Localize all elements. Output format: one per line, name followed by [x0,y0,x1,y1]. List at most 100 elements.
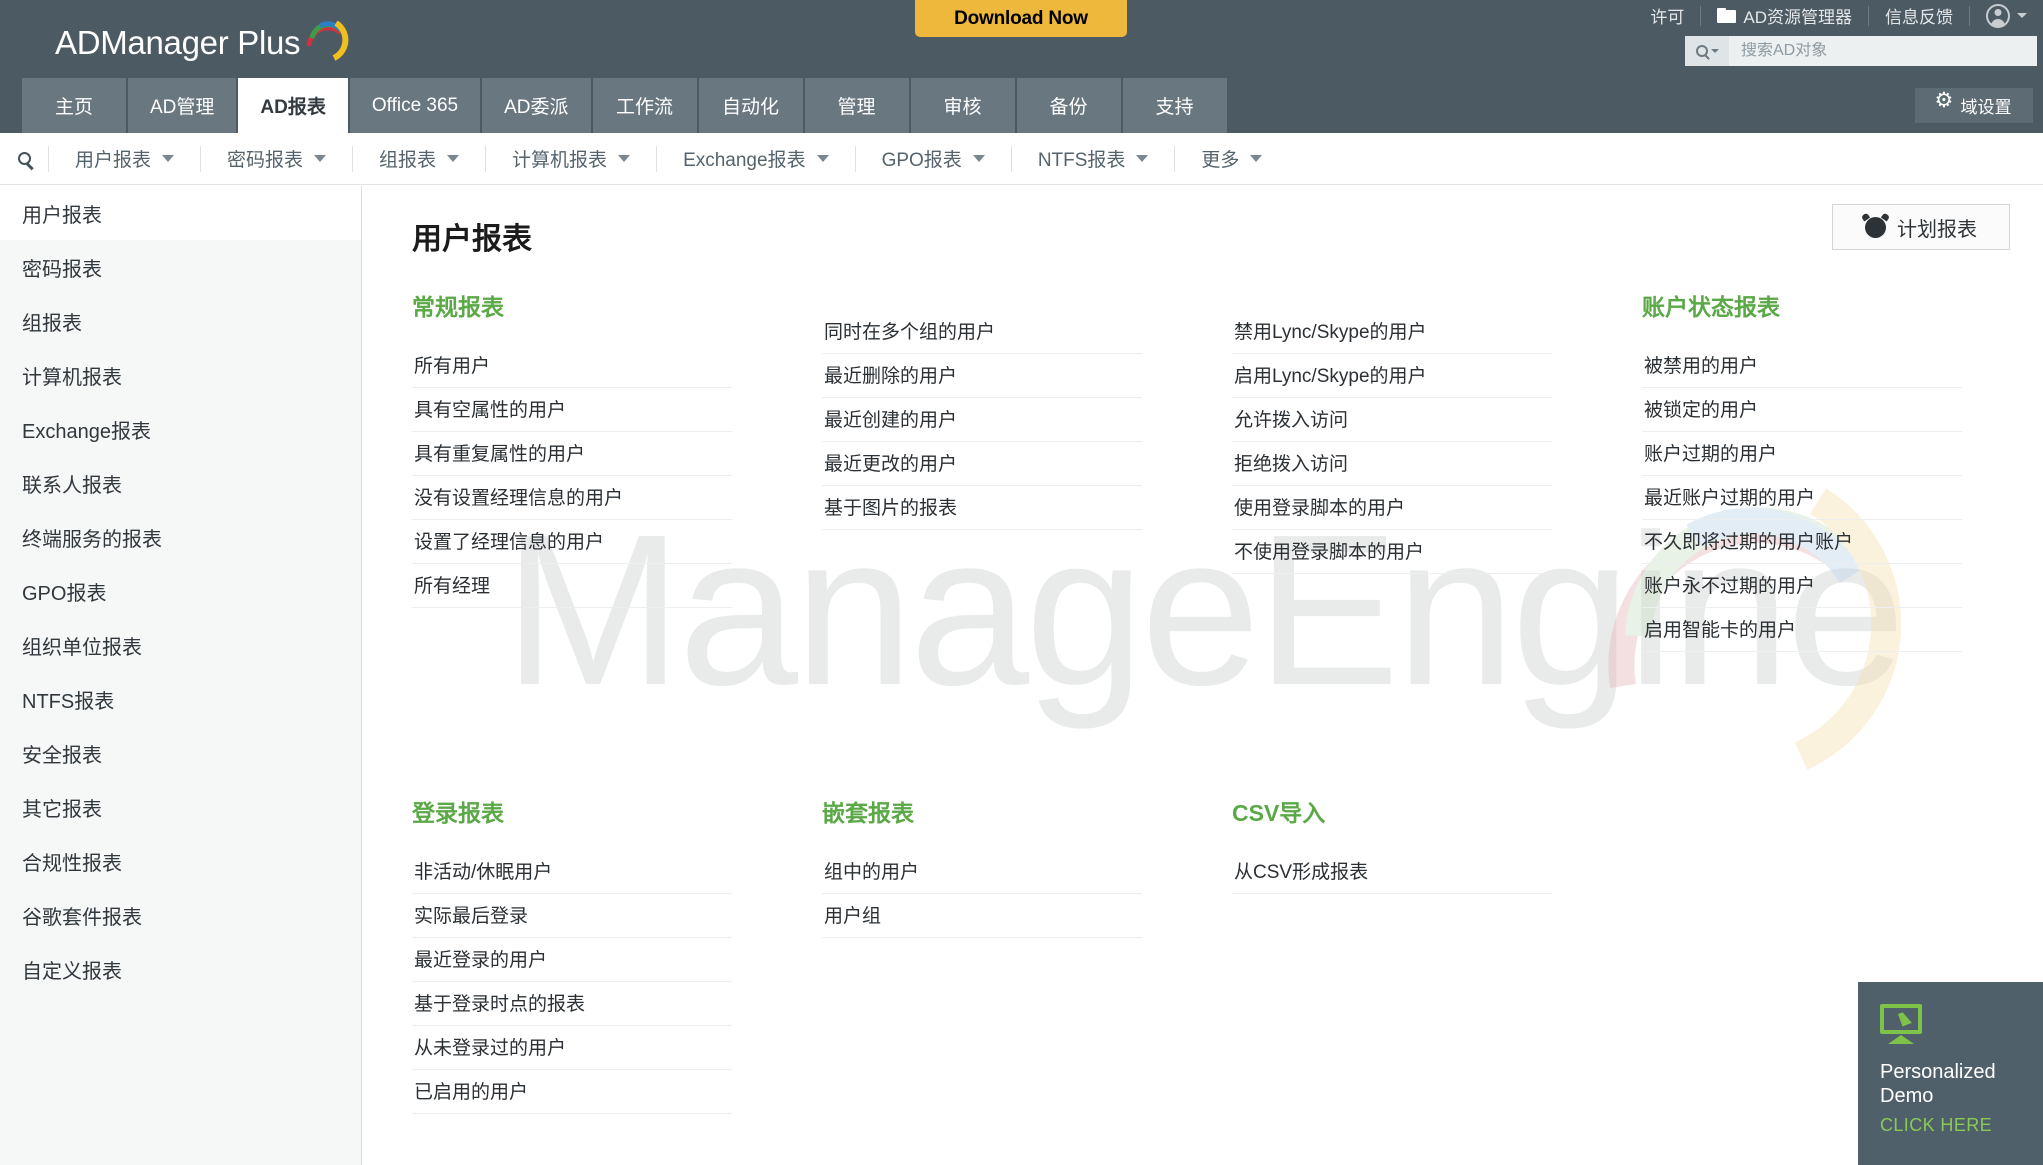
download-now-button[interactable]: Download Now [915,0,1127,37]
report-link[interactable]: 使用登录脚本的用户 [1232,486,1552,530]
sidebar-item-2[interactable]: 组报表 [0,294,361,348]
subnav-item-6[interactable]: NTFS报表 [1012,133,1175,185]
report-link[interactable]: 账户永不过期的用户 [1642,564,1962,608]
sidebar-item-13[interactable]: 谷歌套件报表 [0,888,361,942]
sidebar-item-label: 合规性报表 [22,852,122,875]
tab-8[interactable]: 审核 [910,78,1015,133]
report-link[interactable]: 从CSV形成报表 [1232,850,1552,894]
search-icon [17,152,31,165]
report-link[interactable]: 禁用Lync/Skype的用户 [1232,310,1552,354]
subnav-item-label: NTFS报表 [1037,150,1126,171]
tab-label: 工作流 [616,97,674,118]
demo-cta-link[interactable]: CLICK HERE [1880,1115,2043,1136]
user-account-menu[interactable] [1970,0,2043,31]
report-link[interactable]: 启用智能卡的用户 [1642,608,1962,652]
sidebar-item-0[interactable]: 用户报表 [0,186,361,240]
report-link[interactable]: 所有经理 [412,564,732,608]
sidebar-item-1[interactable]: 密码报表 [0,240,361,294]
sidebar-item-8[interactable]: 组织单位报表 [0,618,361,672]
subnav-item-3[interactable]: 计算机报表 [486,133,656,185]
report-link[interactable]: 从未登录过的用户 [412,1026,732,1070]
tab-9[interactable]: 备份 [1016,78,1121,133]
tab-6[interactable]: 自动化 [698,78,803,133]
sidebar-item-11[interactable]: 其它报表 [0,780,361,834]
report-link[interactable]: 已启用的用户 [412,1070,732,1114]
report-link[interactable]: 具有空属性的用户 [412,388,732,432]
tab-4[interactable]: AD委派 [482,78,591,133]
subnav-item-label: 用户报表 [75,150,152,171]
report-link[interactable]: 设置了经理信息的用户 [412,520,732,564]
feedback-link[interactable]: 信息反馈 [1869,0,1969,31]
report-link[interactable]: 没有设置经理信息的用户 [412,476,732,520]
report-link[interactable]: 最近登录的用户 [412,938,732,982]
report-link[interactable]: 不久即将过期的用户账户 [1642,520,1962,564]
sidebar-item-14[interactable]: 自定义报表 [0,942,361,996]
sidebar-item-label: 联系人报表 [22,474,122,497]
tab-3[interactable]: Office 365 [349,78,481,133]
personalized-demo-widget[interactable]: Personalized Demo CLICK HERE [1858,982,2043,1165]
subnav-item-2[interactable]: 组报表 [353,133,485,185]
report-link[interactable]: 用户组 [822,894,1142,938]
subnav-item-5[interactable]: GPO报表 [856,133,1011,185]
tab-2[interactable]: AD报表 [238,78,348,133]
demo-title-line2: Demo [1880,1085,1934,1108]
report-section: 常规报表 所有用户 具有空属性的用户 具有重复属性的用户 没有设置经理信息的用户 设置了经… [412,288,732,652]
chevron-down-icon [447,155,460,162]
subnav-search-button[interactable] [0,133,48,185]
sidebar-item-10[interactable]: 安全报表 [0,726,361,780]
report-link[interactable]: 最近创建的用户 [822,398,1142,442]
report-link[interactable]: 具有重复属性的用户 [412,432,732,476]
sidebar-item-3[interactable]: 计算机报表 [0,348,361,402]
schedule-report-button[interactable]: 计划报表 [1832,204,2010,250]
subnav-item-1[interactable]: 密码报表 [201,133,352,185]
subnav-item-0[interactable]: 用户报表 [49,133,200,185]
chevron-down-icon [162,155,175,162]
report-link[interactable]: 最近账户过期的用户 [1642,476,1962,520]
tab-5[interactable]: 工作流 [592,78,697,133]
search-scope-dropdown[interactable] [1685,36,1729,66]
license-link[interactable]: 许可 [1634,0,1700,31]
ad-explorer-label: AD资源管理器 [1743,8,1852,27]
subnav-item-7[interactable]: 更多 [1175,133,1288,185]
sub-nav-bar: 用户报表 密码报表 组报表 计算机报表 Exchange报表 GPO报表 NTFS报表 更多 [0,133,2043,185]
tab-7[interactable]: 管理 [804,78,909,133]
search-input[interactable] [1729,42,2037,60]
report-link[interactable]: 拒绝拨入访问 [1232,442,1552,486]
report-link[interactable]: 允许拨入访问 [1232,398,1552,442]
report-section-title: CSV导入 [1232,800,1326,826]
report-link[interactable]: 组中的用户 [822,850,1142,894]
sidebar-item-label: 安全报表 [22,744,102,767]
report-link[interactable]: 被锁定的用户 [1642,388,1962,432]
sidebar-item-6[interactable]: 终端服务的报表 [0,510,361,564]
logo-swoosh-icon [303,16,349,62]
sidebar-item-label: 谷歌套件报表 [22,906,142,929]
sidebar-item-5[interactable]: 联系人报表 [0,456,361,510]
report-link[interactable]: 基于登录时点的报表 [412,982,732,1026]
sidebar-item-7[interactable]: GPO报表 [0,564,361,618]
report-link[interactable]: 最近更改的用户 [822,442,1142,486]
report-link[interactable]: 同时在多个组的用户 [822,310,1142,354]
product-logo[interactable]: ADManager Plus [55,20,349,66]
sidebar-item-9[interactable]: NTFS报表 [0,672,361,726]
tab-0[interactable]: 主页 [22,78,126,133]
sidebar-item-label: 终端服务的报表 [22,528,162,551]
sidebar-item-4[interactable]: Exchange报表 [0,402,361,456]
report-link[interactable]: 非活动/休眠用户 [412,850,732,894]
report-link[interactable]: 启用Lync/Skype的用户 [1232,354,1552,398]
tab-1[interactable]: AD管理 [128,78,237,133]
chevron-down-icon [1710,49,1719,53]
report-link[interactable]: 不使用登录脚本的用户 [1232,530,1552,574]
domain-settings-button[interactable]: 域设置 [1915,88,2033,123]
subnav-item-4[interactable]: Exchange报表 [657,133,855,185]
report-link[interactable]: 所有用户 [412,344,732,388]
ad-explorer-link[interactable]: AD资源管理器 [1701,0,1868,31]
tab-10[interactable]: 支持 [1122,78,1227,133]
report-link[interactable]: 基于图片的报表 [822,486,1142,530]
report-link[interactable]: 账户过期的用户 [1642,432,1962,476]
report-link[interactable]: 实际最后登录 [412,894,732,938]
report-link[interactable]: 被禁用的用户 [1642,344,1962,388]
report-link[interactable]: 最近删除的用户 [822,354,1142,398]
sidebar-item-12[interactable]: 合规性报表 [0,834,361,888]
global-search[interactable] [1685,36,2037,66]
tab-label: 自动化 [722,97,780,118]
